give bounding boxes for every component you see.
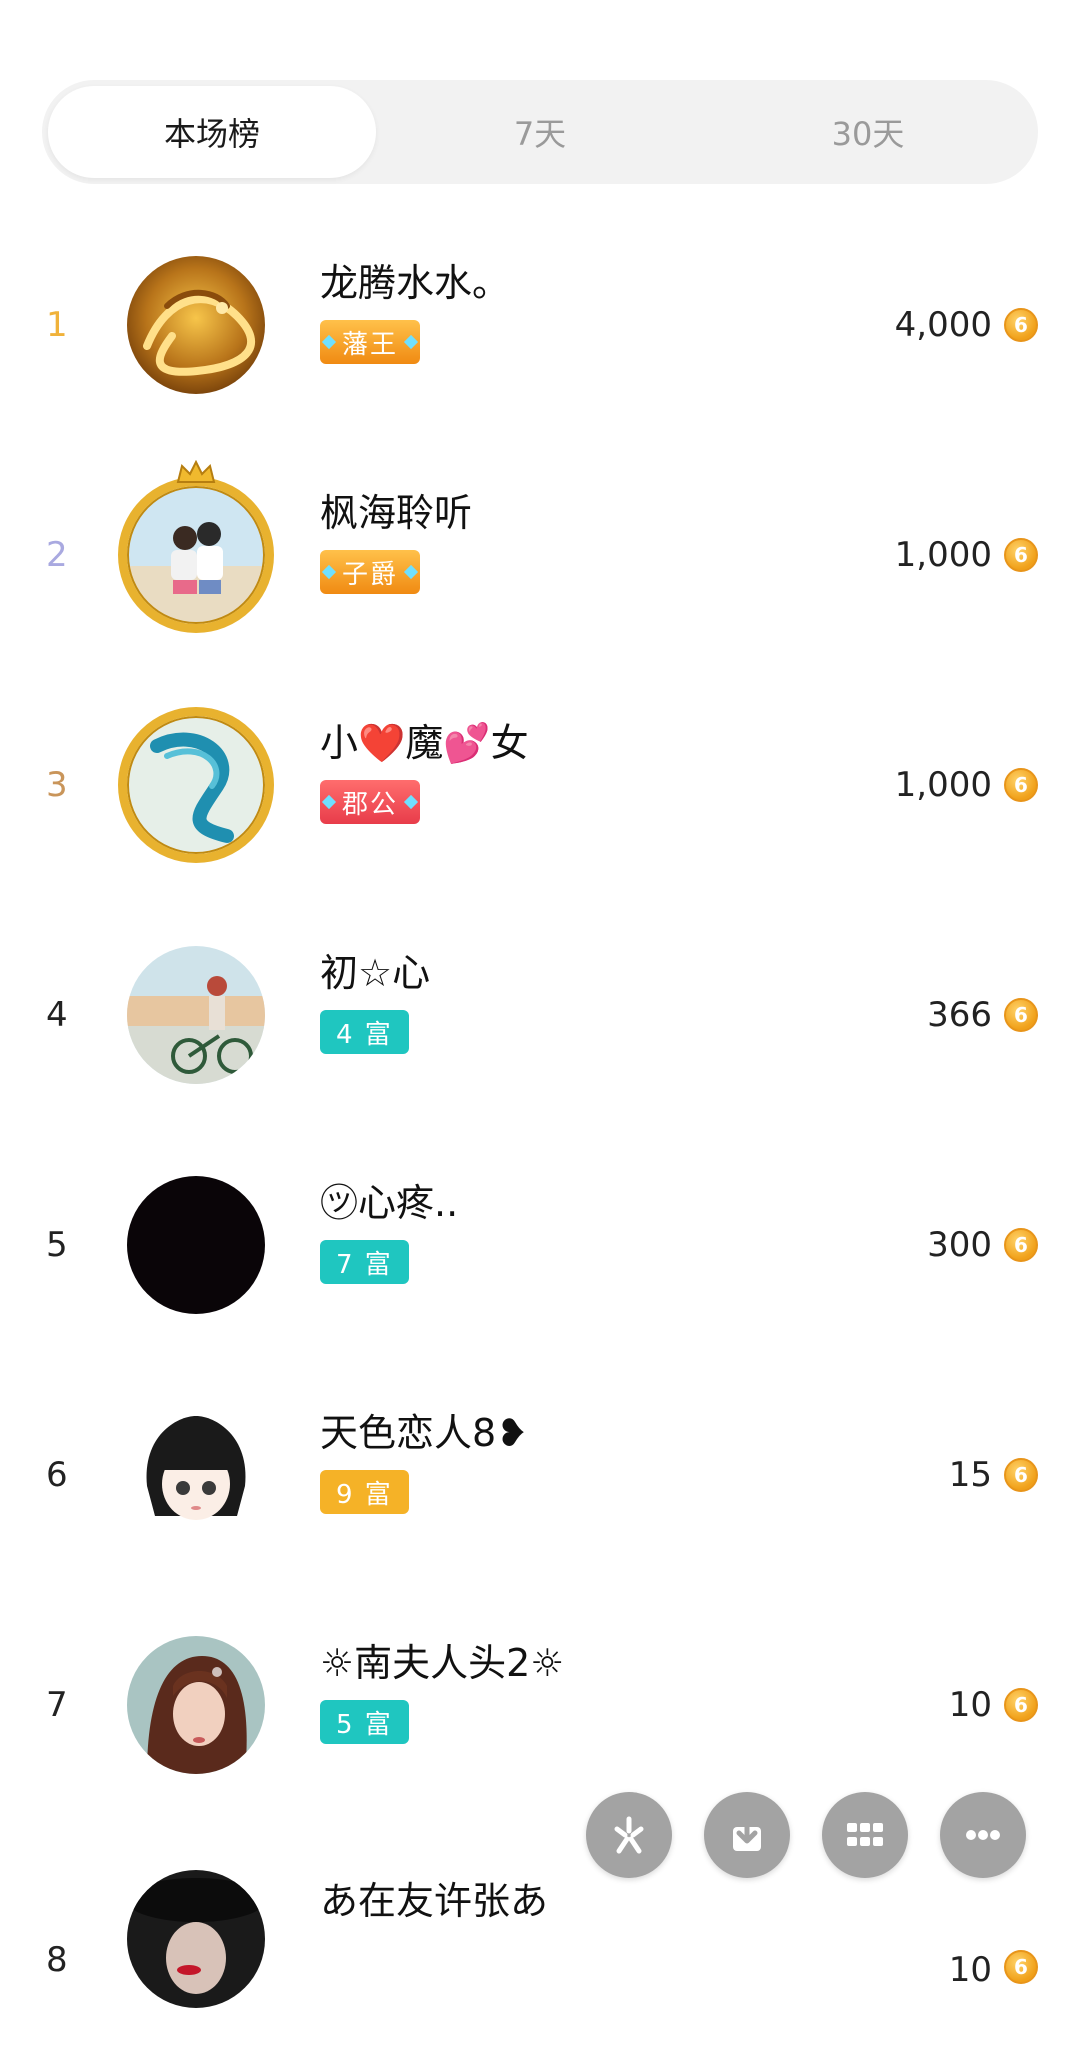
contribution-amount: 10 6	[949, 1590, 1038, 1820]
woman-hat-avatar-image	[127, 1870, 265, 2008]
avatar[interactable]	[127, 1176, 265, 1314]
rank-number: 6	[46, 1455, 68, 1495]
nickname: ㋡心疼..	[320, 1181, 459, 1225]
more-button[interactable]	[940, 1792, 1026, 1878]
contribution-amount: 1,000 6	[895, 440, 1038, 670]
tab-7-days[interactable]: 7天	[376, 86, 704, 178]
rank-number: 4	[46, 995, 68, 1035]
dragon-avatar-image	[127, 256, 265, 394]
coin-icon: 6	[1004, 1458, 1038, 1492]
nickname: 天色恋人8❥	[320, 1411, 529, 1455]
avatar-frame	[118, 477, 274, 633]
contribution-amount: 4,000 6	[895, 210, 1038, 440]
rank-number: 5	[46, 1225, 68, 1265]
coin-icon: 6	[1004, 768, 1038, 802]
nickname: ☼南夫人头2☼	[320, 1641, 565, 1685]
download-button[interactable]	[704, 1792, 790, 1878]
wealth-level-badge: 9 富	[320, 1470, 409, 1514]
coin-icon: 6	[1004, 538, 1038, 572]
amount-value: 1,000	[894, 765, 992, 805]
crown-icon	[176, 460, 216, 483]
contribution-amount: 300 6	[927, 1130, 1038, 1360]
amount-value: 15	[948, 1455, 992, 1495]
ranking-row[interactable]: 1 龙腾水水。 藩王 4,000 6	[0, 210, 1080, 440]
ranking-row[interactable]: 2 枫海聆听 子爵 1,000 6	[0, 440, 1080, 670]
ranking-period-tabs: 本场榜 7天 30天	[42, 80, 1038, 184]
wealth-level-badge: 7 富	[320, 1240, 409, 1284]
rank-number: 3	[46, 765, 68, 805]
coin-icon: 6	[1004, 1688, 1038, 1722]
ranking-row[interactable]: 8 あ在友许张あ 10 6	[0, 1820, 1080, 2050]
rank-number: 8	[46, 1940, 68, 1980]
sparkle-icon	[614, 1816, 644, 1854]
ranking-row[interactable]: 4 初☆心 4 富 366 6	[0, 900, 1080, 1130]
amount-value: 1,000	[894, 535, 992, 575]
coin-icon: 6	[1004, 1950, 1038, 1984]
ranking-row[interactable]: 7 ☼南夫人头2☼ 5 富 10 6	[0, 1590, 1080, 1820]
grid-icon	[847, 1823, 883, 1846]
more-icon	[966, 1830, 1000, 1840]
nickname: 初☆心	[320, 951, 431, 995]
cartoon-girl-avatar-image	[127, 1406, 265, 1544]
coin-icon: 6	[1004, 1228, 1038, 1262]
amount-value: 300	[927, 1225, 992, 1265]
rank-number: 7	[46, 1685, 68, 1725]
nickname: あ在友许张あ	[320, 1879, 549, 1923]
nickname: 龙腾水水。	[320, 261, 511, 305]
avatar[interactable]	[127, 946, 265, 1084]
nickname: 枫海聆听	[320, 491, 473, 535]
contribution-amount: 366 6	[927, 900, 1038, 1130]
tab-this-session[interactable]: 本场榜	[48, 86, 376, 178]
ranking-row[interactable]: 6 天色恋人8❥ 9 富 15 6	[0, 1360, 1080, 1590]
amount-value: 366	[927, 995, 992, 1035]
coin-icon: 6	[1004, 998, 1038, 1032]
contribution-amount: 15 6	[949, 1360, 1038, 1590]
ranking-row[interactable]: 5 ㋡心疼.. 7 富 300 6	[0, 1130, 1080, 1360]
bicycle-girl-avatar-image	[127, 946, 265, 1084]
download-icon	[733, 1816, 761, 1851]
tab-30-days[interactable]: 30天	[704, 86, 1032, 178]
avatar[interactable]	[127, 1406, 265, 1544]
avatar[interactable]	[127, 1870, 265, 2008]
rank-number: 1	[46, 305, 68, 345]
noble-title-badge: 郡公	[320, 780, 421, 824]
wealth-level-badge: 4 富	[320, 1010, 409, 1054]
noble-title-badge: 子爵	[320, 550, 421, 594]
ranking-row[interactable]: 3 小❤️魔💕女 郡公 1,000 6	[0, 670, 1080, 900]
wealth-level-badge: 5 富	[320, 1700, 409, 1744]
avatar[interactable]	[127, 256, 265, 394]
avatar-frame	[118, 707, 274, 863]
girl-portrait-avatar-image	[127, 1636, 265, 1774]
contribution-amount: 1,000 6	[895, 670, 1038, 900]
sparkle-button[interactable]	[586, 1792, 672, 1878]
nickname: 小❤️魔💕女	[320, 721, 529, 765]
amount-value: 10	[948, 1685, 992, 1725]
grid-button[interactable]	[822, 1792, 908, 1878]
ranking-list: 1 龙腾水水。 藩王 4,000 6 2 枫海聆听 子爵 1,000 6 3 小…	[0, 210, 1080, 2050]
coin-icon: 6	[1004, 308, 1038, 342]
rank-number: 2	[46, 535, 68, 575]
noble-title-badge: 藩王	[320, 320, 421, 364]
amount-value: 4,000	[894, 305, 992, 345]
amount-value: 10	[948, 1950, 992, 1990]
avatar[interactable]	[127, 1636, 265, 1774]
